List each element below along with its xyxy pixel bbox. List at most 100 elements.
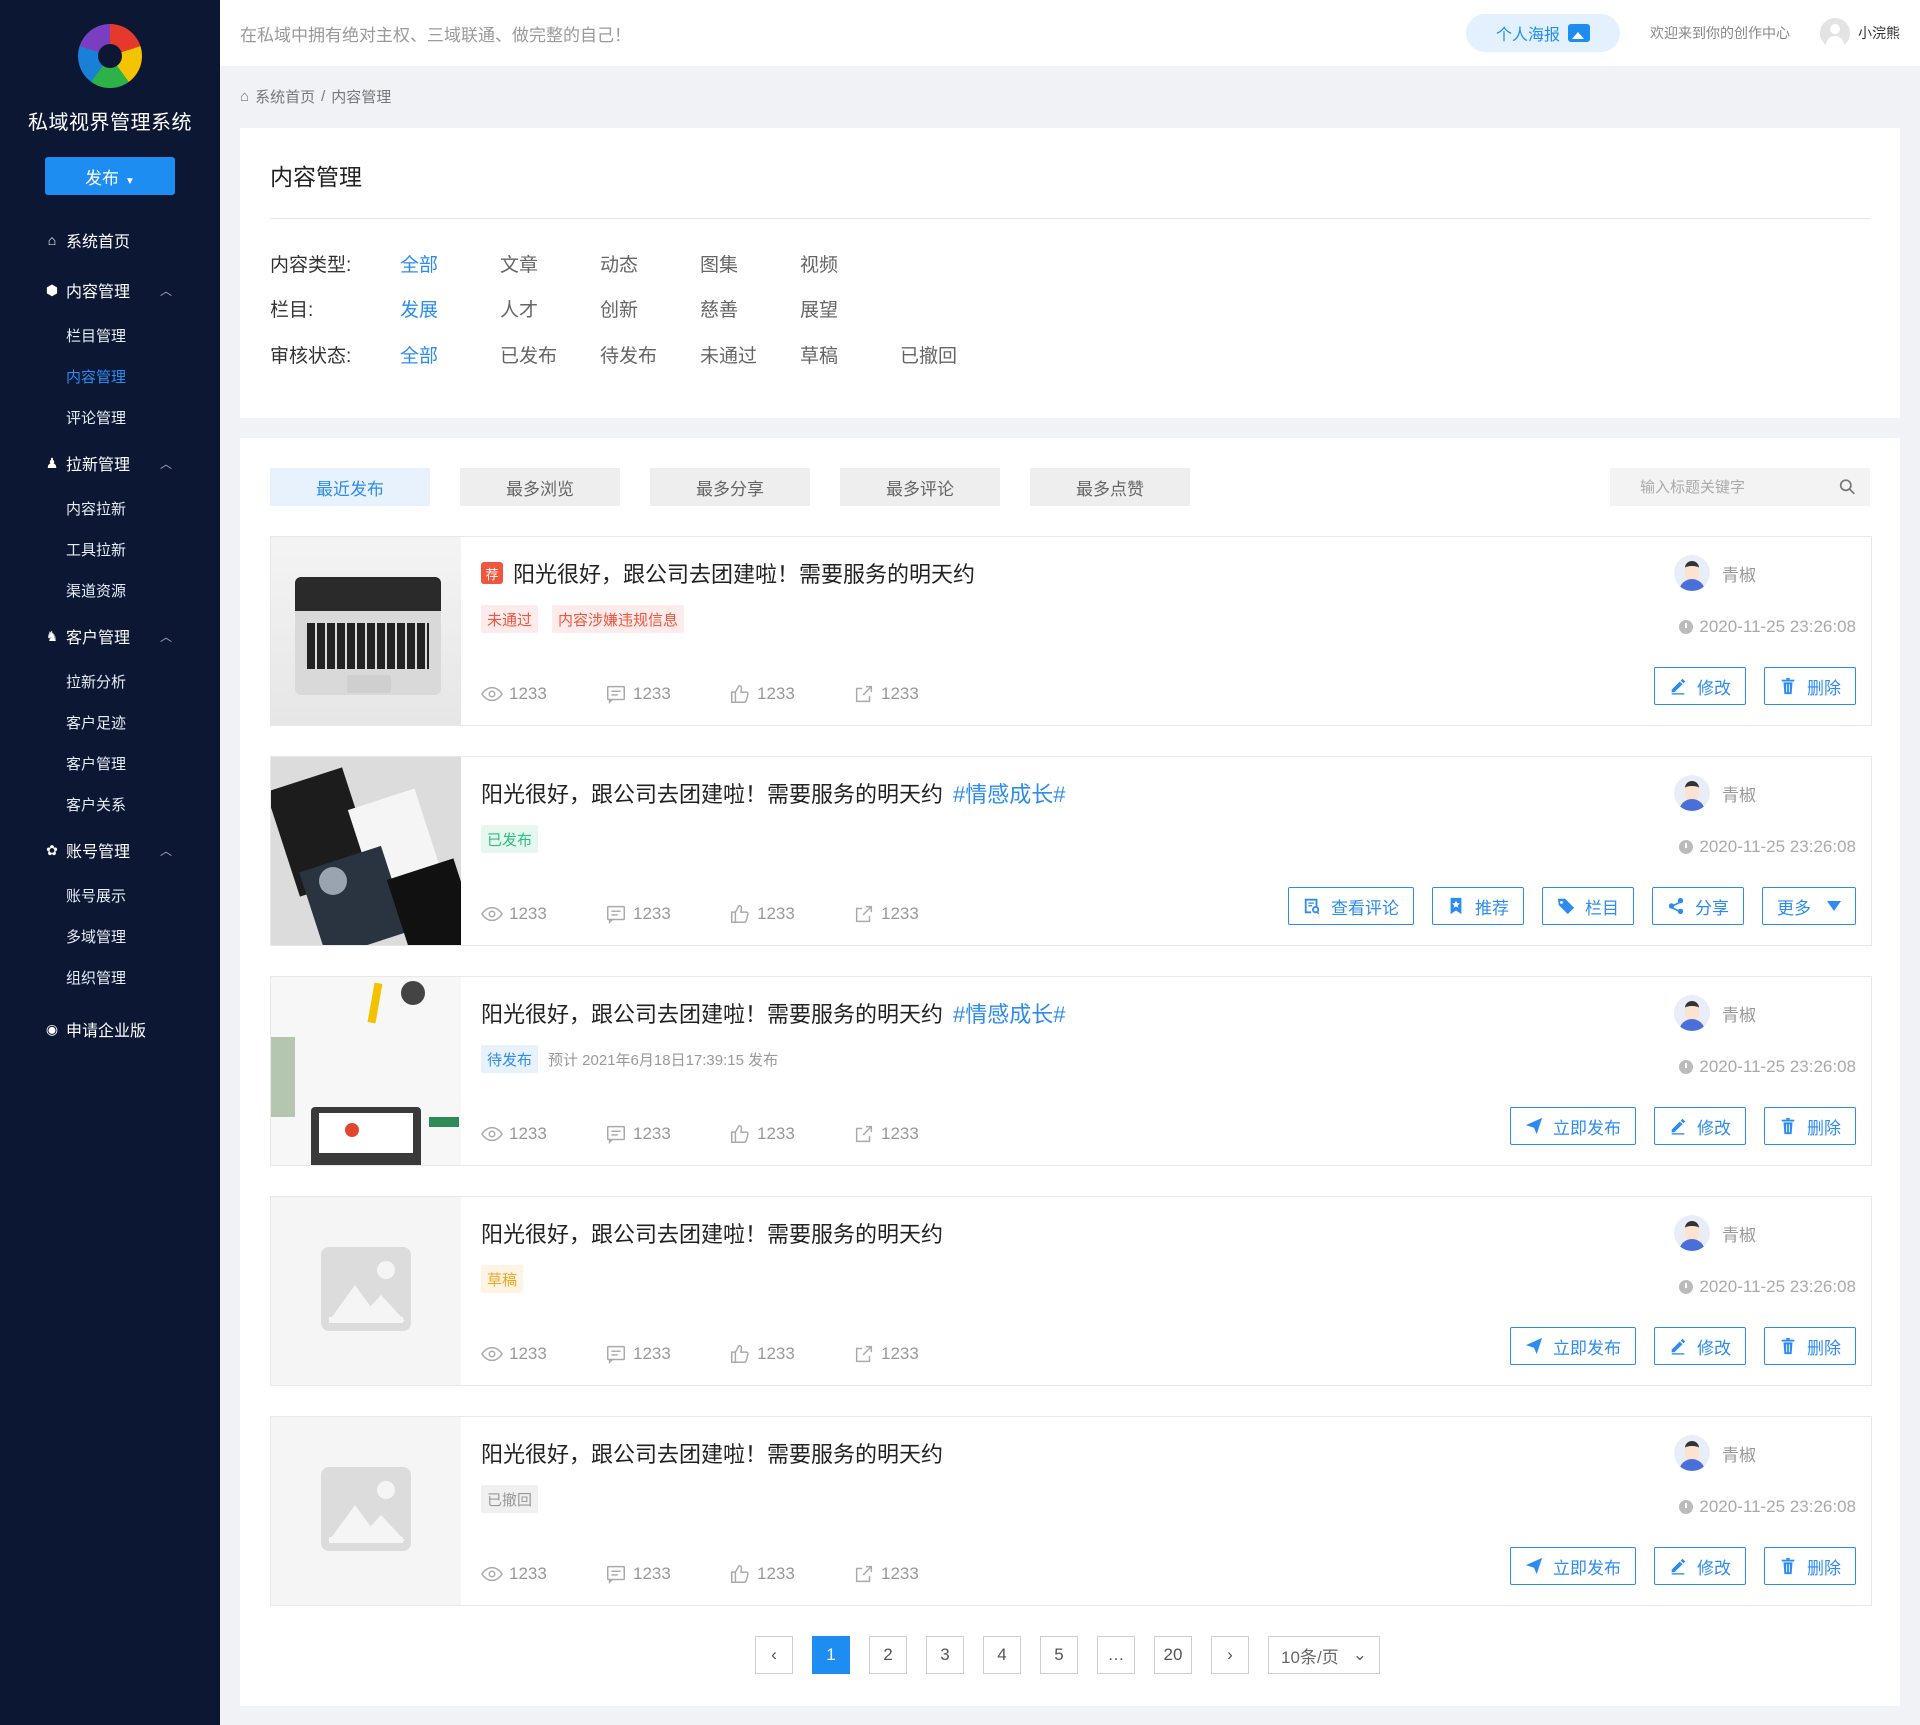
button-label: 立即发布 [1553, 1338, 1621, 1358]
card-title[interactable]: 阳光很好，跟公司去团建啦！需要服务的明天约 [481, 1217, 943, 1249]
action-button[interactable]: 分享 [1652, 887, 1744, 925]
sort-tab[interactable]: 最多浏览 [460, 468, 620, 506]
button-label: 修改 [1697, 678, 1731, 698]
publish-button[interactable]: 发布 ▼ [45, 157, 175, 195]
sidebar-subitem[interactable]: 客户管理 [0, 743, 220, 784]
filter-option[interactable]: 图集 [700, 250, 800, 277]
filter-option[interactable]: 草稿 [800, 341, 900, 368]
sidebar-item-3[interactable]: ♞ 客户管理 ︿ [0, 611, 220, 661]
card-title[interactable]: 阳光很好，跟公司去团建啦！需要服务的明天约 #情感成长# [481, 777, 1066, 809]
filter-option[interactable]: 全部 [400, 250, 500, 277]
action-button[interactable]: 更多 [1762, 887, 1856, 925]
filter-option[interactable]: 慈善 [700, 295, 800, 322]
image-placeholder-icon[interactable] [271, 1417, 461, 1605]
hashtag[interactable]: #情感成长# [953, 777, 1065, 809]
sidebar-subitem[interactable]: 组织管理 [0, 957, 220, 998]
action-button[interactable]: 立即发布 [1510, 1547, 1636, 1585]
filter-option[interactable]: 待发布 [600, 341, 700, 368]
button-label: 查看评论 [1331, 898, 1399, 918]
sidebar-item-0[interactable]: ⌂ 系统首页 [0, 215, 220, 265]
thumbnail[interactable] [271, 537, 461, 725]
filter-option[interactable]: 动态 [600, 250, 700, 277]
action-button[interactable]: 删除 [1764, 1107, 1856, 1145]
sort-tab[interactable]: 最多分享 [650, 468, 810, 506]
action-button[interactable]: 删除 [1764, 667, 1856, 705]
stat-value: 1233 [757, 684, 795, 703]
personal-poster-button[interactable]: 个人海报 [1466, 14, 1620, 52]
search-input[interactable] [1640, 478, 1839, 496]
sidebar-item-1[interactable]: ⬢ 内容管理 ︿ [0, 265, 220, 315]
filter-option[interactable]: 发展 [400, 295, 500, 322]
page-size-select[interactable]: 10条/页 ⌄ [1268, 1636, 1380, 1674]
sidebar-subitem[interactable]: 渠道资源 [0, 570, 220, 611]
tag-icon [1557, 897, 1575, 915]
button-label: 推荐 [1475, 898, 1509, 918]
breadcrumb-home[interactable]: 系统首页 [255, 86, 315, 107]
filter-option[interactable]: 全部 [400, 341, 500, 368]
clock-icon [1679, 620, 1694, 634]
chevron-up-icon: ︿ [160, 843, 173, 858]
action-button[interactable]: 修改 [1654, 1107, 1746, 1145]
sidebar-subitem[interactable]: 账号展示 [0, 875, 220, 916]
filter-option[interactable]: 创新 [600, 295, 700, 322]
sidebar-item-label: 内容管理 [66, 284, 131, 301]
action-button[interactable]: 修改 [1654, 667, 1746, 705]
sort-tab[interactable]: 最近发布 [270, 468, 430, 506]
card-title[interactable]: 荐阳光很好，跟公司去团建啦！需要服务的明天约 [481, 557, 975, 589]
page-button[interactable]: 2 [869, 1636, 907, 1674]
page-button[interactable]: 20 [1154, 1636, 1192, 1674]
trash-icon [1779, 1337, 1797, 1355]
filter-option[interactable]: 文章 [500, 250, 600, 277]
image-placeholder-icon[interactable] [271, 1197, 461, 1385]
filter-option[interactable]: 视频 [800, 250, 900, 277]
page-button[interactable]: … [1097, 1636, 1135, 1674]
page-button[interactable]: 4 [983, 1636, 1021, 1674]
thumbs-up-icon [729, 683, 751, 705]
user-menu[interactable]: 小浣熊 [1820, 18, 1900, 48]
page-button[interactable]: 3 [926, 1636, 964, 1674]
sidebar-subitem[interactable]: 栏目管理 [0, 315, 220, 356]
filter-option[interactable]: 已撤回 [900, 341, 1000, 368]
sidebar-subitem[interactable]: 多域管理 [0, 916, 220, 957]
sidebar-item-5[interactable]: ◉ 申请企业版 [0, 1004, 220, 1054]
card-title[interactable]: 阳光很好，跟公司去团建啦！需要服务的明天约 [481, 1437, 943, 1469]
sidebar-subitem[interactable]: 拉新分析 [0, 661, 220, 702]
button-label: 立即发布 [1553, 1558, 1621, 1578]
sidebar-subitem[interactable]: 客户关系 [0, 784, 220, 825]
action-button[interactable]: 立即发布 [1510, 1107, 1636, 1145]
action-button[interactable]: 删除 [1764, 1327, 1856, 1365]
sidebar-subitem[interactable]: 客户足迹 [0, 702, 220, 743]
filter-option[interactable]: 未通过 [700, 341, 800, 368]
slogan: 在私域中拥有绝对主权、三域联通、做完整的自己！ [240, 25, 631, 45]
filter-option[interactable]: 已发布 [500, 341, 600, 368]
home-icon: ⌂ [47, 232, 57, 248]
filter-option[interactable]: 展望 [800, 295, 900, 322]
thumbnail[interactable] [271, 977, 461, 1165]
card-title[interactable]: 阳光很好，跟公司去团建啦！需要服务的明天约 #情感成长# [481, 997, 1066, 1029]
sidebar-item-4[interactable]: ✿ 账号管理 ︿ [0, 825, 220, 875]
sidebar-subitem[interactable]: 内容拉新 [0, 488, 220, 529]
search-icon[interactable] [1839, 478, 1856, 496]
action-button[interactable]: 立即发布 [1510, 1327, 1636, 1365]
prev-page-button[interactable]: ‹ [755, 1636, 793, 1674]
sidebar-subitem[interactable]: 评论管理 [0, 397, 220, 438]
action-button[interactable]: 修改 [1654, 1547, 1746, 1585]
sidebar-item-2[interactable]: ♟ 拉新管理 ︿ [0, 438, 220, 488]
sidebar-subitem[interactable]: 内容管理 [0, 356, 220, 397]
action-button[interactable]: 查看评论 [1288, 887, 1414, 925]
sort-tab[interactable]: 最多评论 [840, 468, 1000, 506]
sort-tab[interactable]: 最多点赞 [1030, 468, 1190, 506]
next-page-button[interactable]: › [1211, 1636, 1249, 1674]
action-button[interactable]: 推荐 [1432, 887, 1524, 925]
action-button[interactable]: 修改 [1654, 1327, 1746, 1365]
hashtag[interactable]: #情感成长# [953, 997, 1065, 1029]
status-badge: 已发布 [481, 825, 539, 853]
thumbnail[interactable] [271, 757, 461, 945]
sidebar-subitem[interactable]: 工具拉新 [0, 529, 220, 570]
action-button[interactable]: 删除 [1764, 1547, 1856, 1585]
filter-option[interactable]: 人才 [500, 295, 600, 322]
stat-value: 1233 [633, 1344, 671, 1363]
page-button[interactable]: 1 [812, 1636, 850, 1674]
page-button[interactable]: 5 [1040, 1636, 1078, 1674]
action-button[interactable]: 栏目 [1542, 887, 1634, 925]
